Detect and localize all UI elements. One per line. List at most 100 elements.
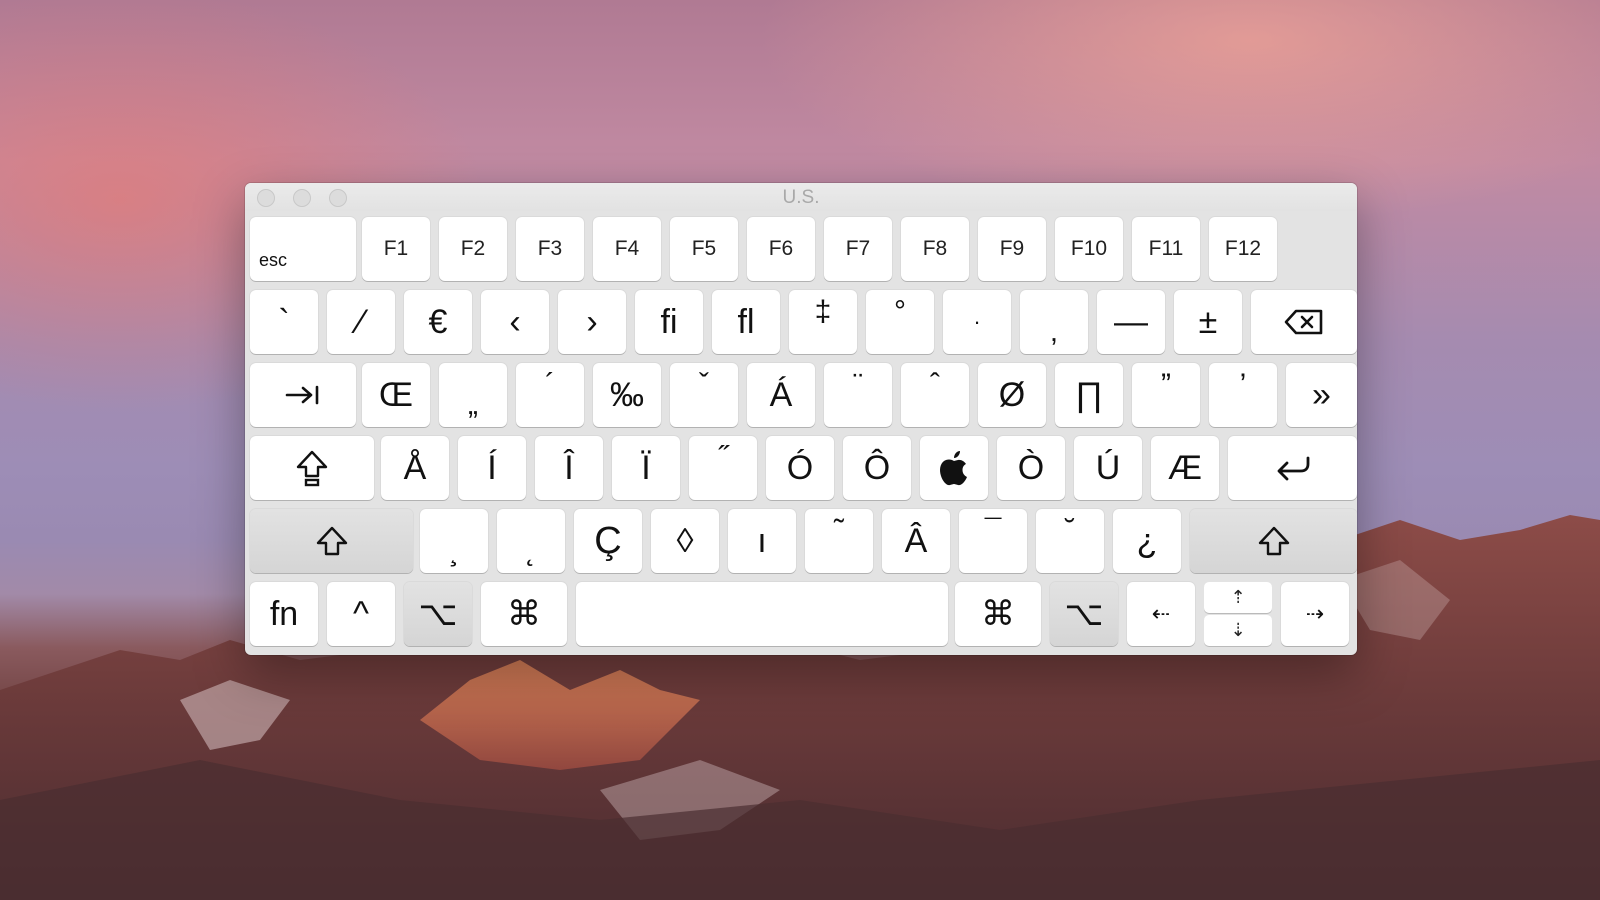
delete-key[interactable] <box>1251 290 1357 354</box>
circumflex-glyph: ˆ <box>930 368 940 401</box>
right-command-key[interactable]: ⌘ <box>955 582 1041 646</box>
f10-key[interactable]: F10 <box>1055 217 1123 281</box>
ae-ligature-key[interactable]: Æ <box>1151 436 1219 500</box>
left-arrow-key[interactable]: ⇠ <box>1127 582 1195 646</box>
apple-logo-key[interactable] <box>920 436 988 500</box>
title-bar[interactable]: U.S. <box>245 183 1357 211</box>
right-arrow-key[interactable]: ⇢ <box>1281 582 1349 646</box>
return-key[interactable] <box>1228 436 1357 500</box>
acute-accent-key[interactable]: ´ <box>516 363 584 427</box>
f7-key[interactable]: F7 <box>824 217 892 281</box>
right-shift-key[interactable] <box>1190 509 1357 573</box>
o-circumflex-key[interactable]: Ô <box>843 436 911 500</box>
cedilla-key[interactable]: ¸ <box>420 509 488 573</box>
per-mille-key[interactable]: ‰ <box>593 363 661 427</box>
esc-key[interactable]: esc <box>250 217 356 281</box>
right-single-quote-key[interactable]: ’ <box>1209 363 1277 427</box>
ogonek-glyph: ˛ <box>526 534 536 567</box>
left-option-key[interactable]: ⌥ <box>404 582 472 646</box>
right-option-key[interactable]: ⌥ <box>1050 582 1118 646</box>
o-acute-key[interactable]: Ó <box>766 436 834 500</box>
double-acute-glyph: ˝ <box>718 441 728 474</box>
left-command-key[interactable]: ⌘ <box>481 582 567 646</box>
circumflex-key[interactable]: ˆ <box>901 363 969 427</box>
f1-key[interactable]: F1 <box>362 217 430 281</box>
degree-key[interactable]: ° <box>866 290 934 354</box>
minimize-button[interactable] <box>293 189 311 207</box>
f11-key[interactable]: F11 <box>1132 217 1200 281</box>
window-title: U.S. <box>782 187 820 208</box>
close-button[interactable] <box>257 189 275 207</box>
keyboard-viewer-window: U.S. esc F1 F2 F3 F4 F5 F6 F7 F8 F9 F10 … <box>245 183 1357 655</box>
zoom-button[interactable] <box>329 189 347 207</box>
o-grave-key[interactable]: Ò <box>997 436 1065 500</box>
tab-key[interactable] <box>250 363 356 427</box>
euro-key[interactable]: € <box>404 290 472 354</box>
f12-key[interactable]: F12 <box>1209 217 1277 281</box>
low-quote-glyph: ‚ <box>1050 315 1058 348</box>
right-double-quote-glyph: ” <box>1161 368 1171 401</box>
i-circumflex-key[interactable]: Î <box>535 436 603 500</box>
right-single-quote-glyph: ’ <box>1239 368 1247 401</box>
double-low-quote-key[interactable]: „ <box>439 363 507 427</box>
single-left-angle-key[interactable]: ‹ <box>481 290 549 354</box>
acute-accent-glyph: ´ <box>545 368 555 401</box>
down-arrow-key[interactable]: ⇣ <box>1204 615 1272 646</box>
control-key[interactable]: ^ <box>327 582 395 646</box>
macron-key[interactable]: ¯ <box>959 509 1027 573</box>
shift-icon <box>316 525 348 557</box>
low-quote-key[interactable]: ‚ <box>1020 290 1088 354</box>
space-bar[interactable] <box>576 582 948 646</box>
right-double-quote-key[interactable]: ” <box>1132 363 1200 427</box>
tab-icon <box>285 384 321 406</box>
middle-dot-key[interactable]: · <box>943 290 1011 354</box>
breve-glyph: ˘ <box>1065 514 1075 547</box>
product-key[interactable]: ∏ <box>1055 363 1123 427</box>
f4-key[interactable]: F4 <box>593 217 661 281</box>
single-right-angle-key[interactable]: › <box>558 290 626 354</box>
i-diaeresis-key[interactable]: Ï <box>612 436 680 500</box>
i-acute-key[interactable]: Í <box>458 436 526 500</box>
o-stroke-key[interactable]: Ø <box>978 363 1046 427</box>
c-cedilla-key[interactable]: Ç <box>574 509 642 573</box>
caps-lock-key[interactable] <box>250 436 374 500</box>
fl-ligature-key[interactable]: ﬂ <box>712 290 780 354</box>
a-acute-key[interactable]: Á <box>747 363 815 427</box>
plus-minus-key[interactable]: ± <box>1174 290 1242 354</box>
f8-key[interactable]: F8 <box>901 217 969 281</box>
up-arrow-key[interactable]: ⇡ <box>1204 582 1272 613</box>
small-tilde-glyph: ˜ <box>834 514 844 547</box>
double-dagger-glyph: ‡ <box>814 295 832 328</box>
f5-key[interactable]: F5 <box>670 217 738 281</box>
grave-key[interactable]: ` <box>250 290 318 354</box>
f9-key[interactable]: F9 <box>978 217 1046 281</box>
small-tilde-key[interactable]: ˜ <box>805 509 873 573</box>
lozenge-key[interactable]: ◊ <box>651 509 719 573</box>
u-acute-key[interactable]: Ú <box>1074 436 1142 500</box>
left-shift-key[interactable] <box>250 509 413 573</box>
double-dagger-key[interactable]: ‡ <box>789 290 857 354</box>
f2-key[interactable]: F2 <box>439 217 507 281</box>
diaeresis-key[interactable]: ¨ <box>824 363 892 427</box>
macron-glyph: ¯ <box>984 514 1002 547</box>
a-circumflex-key[interactable]: Â <box>882 509 950 573</box>
double-acute-key[interactable]: ˝ <box>689 436 757 500</box>
right-guillemet-key[interactable]: » <box>1286 363 1357 427</box>
em-dash-key[interactable]: — <box>1097 290 1165 354</box>
dotless-i-key[interactable]: ı <box>728 509 796 573</box>
breve-key[interactable]: ˘ <box>1036 509 1104 573</box>
ogonek-key[interactable]: ˛ <box>497 509 565 573</box>
a-ring-key[interactable]: Å <box>381 436 449 500</box>
caron-key[interactable]: ˇ <box>670 363 738 427</box>
fraction-slash-key[interactable]: ⁄ <box>327 290 395 354</box>
degree-glyph: ° <box>894 295 906 328</box>
double-low-quote-glyph: „ <box>468 388 478 421</box>
shift-icon <box>1258 525 1290 557</box>
fn-key[interactable]: fn <box>250 582 318 646</box>
f6-key[interactable]: F6 <box>747 217 815 281</box>
fi-ligature-key[interactable]: ﬁ <box>635 290 703 354</box>
inverted-question-key[interactable]: ¿ <box>1113 509 1181 573</box>
cedilla-glyph: ¸ <box>449 534 459 567</box>
oe-ligature-key[interactable]: Œ <box>362 363 430 427</box>
f3-key[interactable]: F3 <box>516 217 584 281</box>
